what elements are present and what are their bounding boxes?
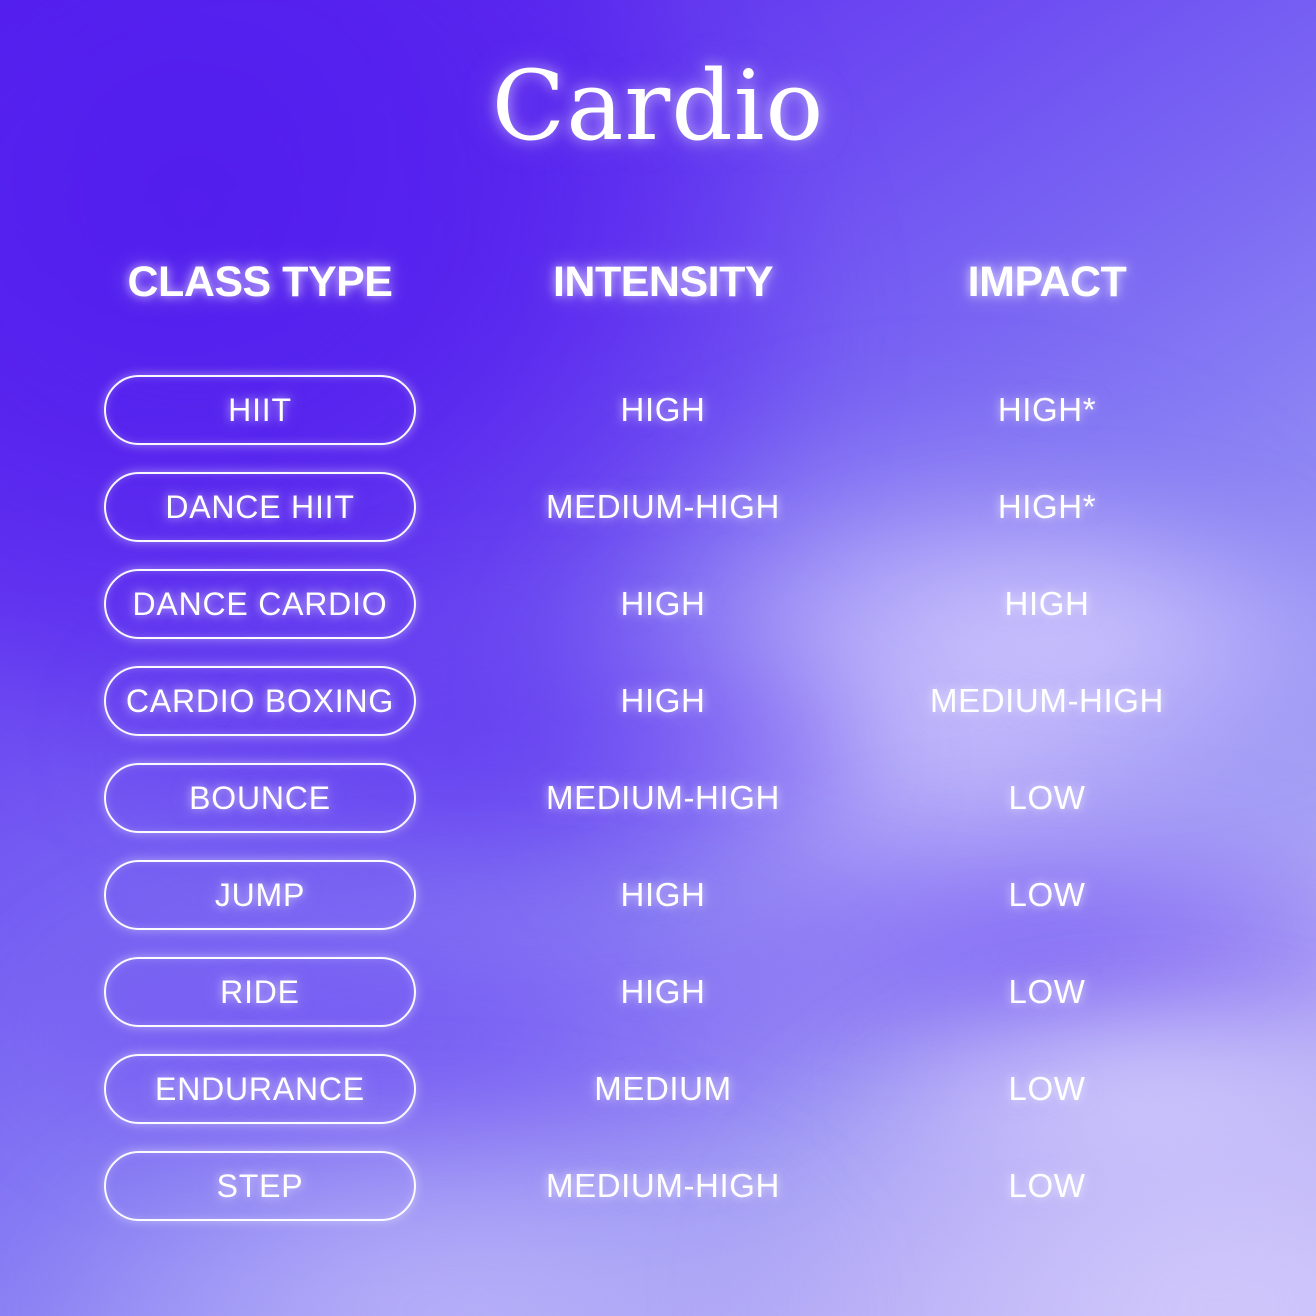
- column-header-class-type: CLASS TYPE: [127, 258, 394, 306]
- class-type-label: JUMP: [214, 876, 306, 913]
- class-type-pill[interactable]: RIDE: [104, 957, 416, 1027]
- intensity-value: HIGH: [620, 876, 706, 913]
- class-type-label: HIIT: [228, 391, 292, 428]
- table-row: DANCE CARDIO HIGH HIGH: [0, 569, 1316, 639]
- class-type-label: DANCE HIIT: [165, 488, 355, 525]
- intensity-value: MEDIUM-HIGH: [546, 488, 780, 525]
- impact-value: LOW: [1008, 1070, 1086, 1107]
- column-header-intensity: INTENSITY: [552, 258, 774, 306]
- class-type-label: BOUNCE: [189, 779, 331, 816]
- class-type-pill[interactable]: DANCE CARDIO: [104, 569, 416, 639]
- class-type-pill[interactable]: HIIT: [104, 375, 416, 445]
- class-type-pill[interactable]: BOUNCE: [104, 763, 416, 833]
- class-type-pill[interactable]: JUMP: [104, 860, 416, 930]
- intensity-value: HIGH: [620, 391, 706, 428]
- intensity-value: HIGH: [620, 585, 706, 622]
- class-type-pill[interactable]: DANCE HIIT: [104, 472, 416, 542]
- intensity-value: MEDIUM-HIGH: [546, 779, 780, 816]
- page-title: Cardio: [491, 50, 825, 162]
- impact-value: HIGH*: [997, 391, 1097, 428]
- intensity-value: MEDIUM-HIGH: [546, 1167, 780, 1204]
- intensity-value: MEDIUM: [594, 1070, 732, 1107]
- impact-value: LOW: [1008, 779, 1086, 816]
- table-row: HIIT HIGH HIGH*: [0, 375, 1316, 445]
- table-header-row: CLASS TYPE INTENSITY IMPACT: [0, 252, 1316, 312]
- column-header-impact: IMPACT: [967, 258, 1127, 306]
- table-row: JUMP HIGH LOW: [0, 860, 1316, 930]
- table-row: RIDE HIGH LOW: [0, 957, 1316, 1027]
- impact-value: HIGH*: [997, 488, 1097, 525]
- class-type-label: DANCE CARDIO: [132, 585, 388, 622]
- cardio-class-guide-card: Cardio CLASS TYPE INTENSITY IMPACT HIIT H…: [0, 0, 1316, 1316]
- class-type-label: STEP: [216, 1167, 304, 1204]
- impact-value: MEDIUM-HIGH: [930, 682, 1164, 719]
- table-row: DANCE HIIT MEDIUM-HIGH HIGH*: [0, 472, 1316, 542]
- impact-value: LOW: [1008, 876, 1086, 913]
- class-type-pill[interactable]: CARDIO BOXING: [104, 666, 416, 736]
- table-row: CARDIO BOXING HIGH MEDIUM-HIGH: [0, 666, 1316, 736]
- impact-value: HIGH: [1004, 585, 1090, 622]
- table-row: BOUNCE MEDIUM-HIGH LOW: [0, 763, 1316, 833]
- class-type-label: CARDIO BOXING: [125, 682, 395, 719]
- table-row: STEP MEDIUM-HIGH LOW: [0, 1151, 1316, 1221]
- intensity-value: HIGH: [620, 973, 706, 1010]
- intensity-value: HIGH: [620, 682, 706, 719]
- impact-value: LOW: [1008, 973, 1086, 1010]
- class-type-pill[interactable]: ENDURANCE: [104, 1054, 416, 1124]
- impact-value: LOW: [1008, 1167, 1086, 1204]
- table-row: ENDURANCE MEDIUM LOW: [0, 1054, 1316, 1124]
- class-type-pill[interactable]: STEP: [104, 1151, 416, 1221]
- class-type-label: ENDURANCE: [155, 1070, 365, 1107]
- class-type-label: RIDE: [220, 973, 300, 1010]
